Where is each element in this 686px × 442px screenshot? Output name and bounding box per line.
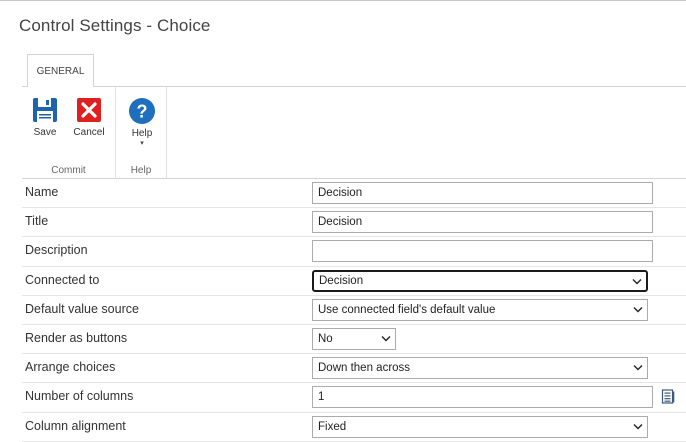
- cancel-button[interactable]: Cancel: [69, 96, 109, 138]
- column-alignment-value: Fixed: [318, 420, 347, 433]
- chevron-down-icon: [633, 365, 643, 371]
- floppy-disk-icon: [33, 98, 57, 122]
- red-x-icon: [77, 98, 101, 122]
- row-name: Name Decision: [22, 179, 686, 209]
- default-value-source-label: Default value source: [25, 301, 139, 316]
- cancel-label: Cancel: [73, 127, 105, 138]
- chevron-down-icon: [632, 278, 642, 285]
- row-description: Description: [22, 237, 686, 267]
- commit-group-label: Commit: [51, 165, 86, 176]
- ribbon-group-commit: Save Cancel Commit: [22, 87, 116, 179]
- dialog-title: Control Settings - Choice: [19, 16, 211, 35]
- ribbon-group-help: ? Help ▾ Help: [116, 87, 167, 179]
- row-render-as-buttons: Render as buttons No: [22, 325, 686, 355]
- render-as-buttons-value: No: [318, 332, 333, 345]
- row-title: Title Decision: [22, 208, 686, 238]
- chevron-down-icon: [633, 423, 643, 429]
- connected-to-label: Connected to: [25, 272, 100, 287]
- render-as-buttons-label: Render as buttons: [25, 330, 128, 345]
- row-connected-to: Connected to Decision: [22, 267, 686, 296]
- default-value-source-select[interactable]: Use connected field's default value: [312, 298, 648, 321]
- title-input[interactable]: Decision: [312, 211, 653, 234]
- chevron-down-icon: [633, 306, 643, 313]
- default-value-source-value: Use connected field's default value: [318, 303, 496, 316]
- row-number-of-columns: Number of columns 1: [22, 383, 686, 413]
- svg-text:?: ?: [137, 102, 148, 122]
- title-label: Title: [25, 214, 49, 229]
- name-input[interactable]: Decision: [312, 182, 653, 204]
- connected-to-select[interactable]: Decision: [312, 269, 648, 292]
- arrange-choices-value: Down then across: [318, 362, 411, 375]
- settings-grid: Name Decision Title Decision Description…: [22, 179, 686, 442]
- list-picker-icon[interactable]: [661, 389, 675, 404]
- row-column-alignment: Column alignment Fixed: [22, 413, 686, 442]
- help-button[interactable]: ? Help ▾: [122, 97, 162, 147]
- number-of-columns-label: Number of columns: [25, 389, 134, 404]
- row-default-value-source: Default value source Use connected field…: [22, 296, 686, 325]
- column-alignment-label: Column alignment: [25, 418, 126, 433]
- chevron-down-icon: [381, 335, 391, 342]
- save-button[interactable]: Save: [25, 96, 65, 138]
- row-arrange-choices: Arrange choices Down then across: [22, 354, 686, 384]
- description-label: Description: [25, 243, 88, 258]
- name-label: Name: [25, 185, 59, 199]
- save-label: Save: [33, 127, 57, 138]
- description-input[interactable]: [312, 240, 653, 263]
- help-group-label: Help: [130, 165, 152, 176]
- top-border: [0, 0, 686, 1]
- column-alignment-select[interactable]: Fixed: [312, 415, 648, 438]
- arrange-choices-label: Arrange choices: [25, 360, 116, 375]
- arrange-choices-select[interactable]: Down then across: [312, 357, 648, 380]
- tab-general[interactable]: GENERAL: [27, 54, 94, 87]
- connected-to-value: Decision: [319, 274, 364, 287]
- help-label: Help: [131, 128, 153, 139]
- question-mark-circle-icon: ?: [129, 98, 155, 124]
- ribbon: Save Cancel Commit ? Help ▾ Help: [22, 86, 686, 179]
- dropdown-caret-icon[interactable]: ▾: [122, 140, 162, 147]
- number-of-columns-input[interactable]: 1: [312, 386, 653, 409]
- render-as-buttons-select[interactable]: No: [312, 327, 396, 350]
